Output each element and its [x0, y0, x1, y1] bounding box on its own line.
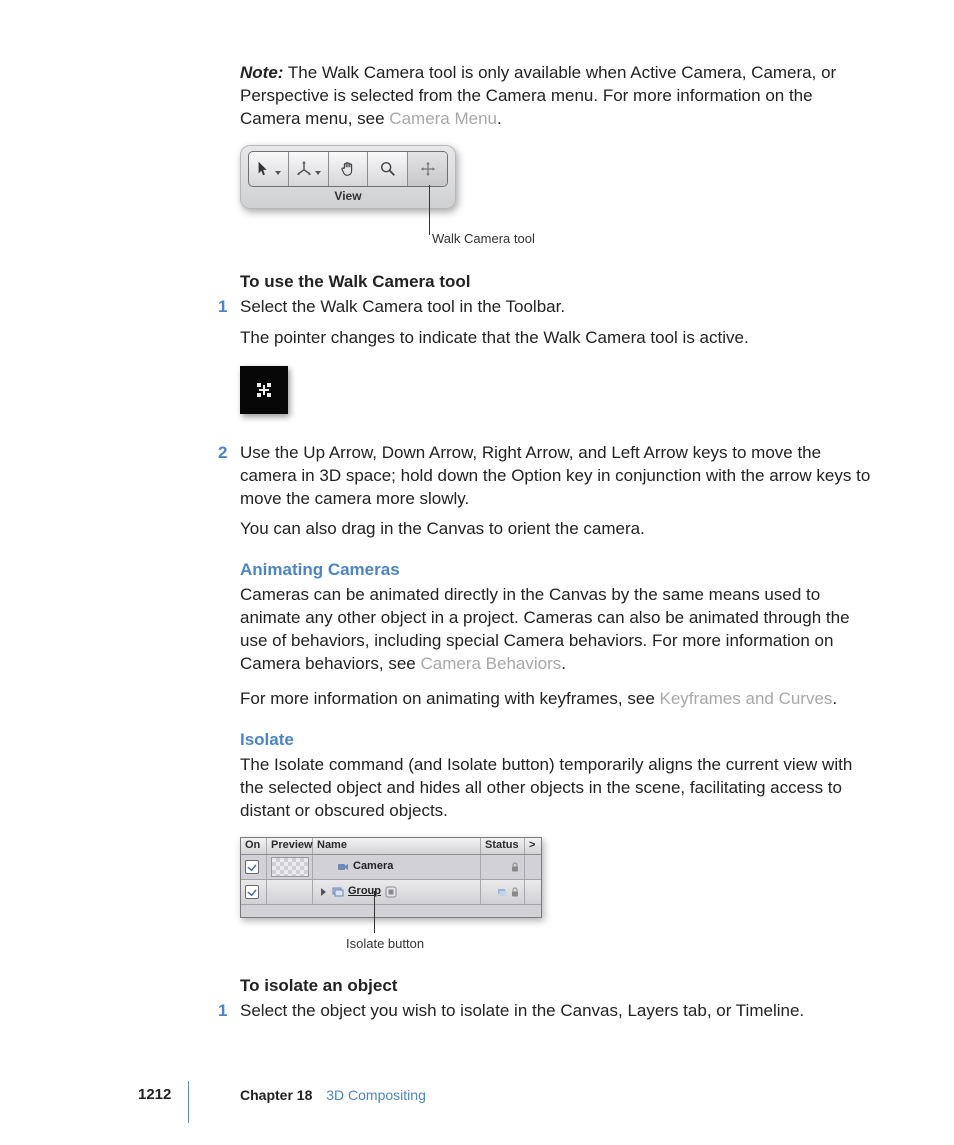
walk-camera-tool-button[interactable]: [408, 152, 447, 186]
col-on: On: [241, 838, 267, 854]
animating-p1: Cameras can be animated directly in the …: [240, 584, 876, 676]
row-group-name: Group: [348, 884, 381, 899]
layers-header: On Preview Name Status >: [241, 838, 541, 855]
checkbox-on[interactable]: [245, 885, 259, 899]
chevron-down-icon: [315, 171, 321, 175]
layers-figure: On Preview Name Status > Camera: [240, 837, 876, 957]
walk-camera-heading: To use the Walk Camera tool: [240, 271, 876, 294]
page: Note: The Walk Camera tool is only avail…: [0, 0, 954, 1145]
row-camera-name: Camera: [353, 859, 393, 874]
zoom-tool-button[interactable]: [368, 152, 408, 186]
axis-icon: [295, 160, 313, 178]
checkbox-on[interactable]: [245, 860, 259, 874]
camera-menu-link[interactable]: Camera Menu: [389, 109, 497, 128]
isolate-p1: The Isolate command (and Isolate button)…: [240, 754, 876, 823]
layers-panel: On Preview Name Status > Camera: [240, 837, 542, 918]
toolbar-view-label: View: [240, 188, 456, 204]
note-paragraph: Note: The Walk Camera tool is only avail…: [240, 62, 876, 131]
step-number: 1: [218, 1000, 227, 1023]
animating-cameras-heading: Animating Cameras: [240, 559, 876, 582]
select-tool-button[interactable]: [249, 152, 289, 186]
disclosure-triangle-icon[interactable]: [321, 888, 326, 896]
note-after: .: [497, 109, 502, 128]
walk-camera-callout: Walk Camera tool: [432, 230, 535, 248]
step-1-sub: The pointer changes to indicate that the…: [240, 327, 876, 350]
chevron-down-icon: [275, 171, 281, 175]
hand-icon: [339, 160, 357, 178]
animating-p2: For more information on animating with k…: [240, 688, 876, 711]
pan-tool-button[interactable]: [329, 152, 369, 186]
camera-icon: [337, 861, 349, 873]
chapter-title: 3D Compositing: [326, 1087, 426, 1103]
isolate-step-1-text: Select the object you wish to isolate in…: [240, 1001, 804, 1020]
table-row[interactable]: Group: [241, 880, 541, 905]
lock-icon[interactable]: [510, 887, 520, 897]
keyframes-curves-link[interactable]: Keyframes and Curves: [660, 689, 833, 708]
preview-thumb: [271, 857, 309, 877]
walk-camera-icon: [419, 160, 437, 178]
walk-camera-cursor-figure: [240, 366, 288, 414]
walk-cursor-icon: [253, 379, 275, 401]
col-preview: Preview: [267, 838, 313, 854]
toolbar-panel: View: [240, 145, 456, 209]
footer-rule: [188, 1081, 189, 1123]
step-number: 1: [218, 296, 227, 319]
step-1-text: Select the Walk Camera tool in the Toolb…: [240, 297, 565, 316]
table-row[interactable]: Camera: [241, 855, 541, 880]
axis-tool-button[interactable]: [289, 152, 329, 186]
isolate-object-heading: To isolate an object: [240, 975, 876, 998]
note-label: Note:: [240, 63, 283, 82]
stack-icon[interactable]: [497, 887, 507, 897]
layers-icon: [332, 886, 344, 898]
page-number: 1212: [138, 1085, 171, 1105]
step-2: 2 Use the Up Arrow, Down Arrow, Right Ar…: [240, 442, 876, 511]
camera-behaviors-link[interactable]: Camera Behaviors: [420, 654, 561, 673]
step-2-text: Use the Up Arrow, Down Arrow, Right Arro…: [240, 443, 870, 508]
lock-icon[interactable]: [510, 862, 520, 872]
toolbar-figure: View Walk Camera tool: [240, 145, 876, 255]
isolate-button[interactable]: [385, 886, 397, 898]
chapter-label: Chapter 18 3D Compositing: [240, 1086, 426, 1105]
step-number: 2: [218, 442, 227, 465]
col-status: Status: [481, 838, 525, 854]
callout-line: [374, 891, 375, 933]
isolate-step-1: 1 Select the object you wish to isolate …: [240, 1000, 876, 1023]
magnifier-icon: [379, 160, 397, 178]
col-name: Name: [313, 838, 481, 854]
step-2-sub: You can also drag in the Canvas to orien…: [240, 518, 876, 541]
note-text: The Walk Camera tool is only available w…: [240, 63, 836, 128]
step-1: 1 Select the Walk Camera tool in the Too…: [240, 296, 876, 319]
arrow-cursor-icon: [255, 160, 273, 178]
col-expand[interactable]: >: [525, 838, 541, 854]
isolate-button-callout: Isolate button: [346, 935, 424, 953]
callout-line: [429, 185, 430, 235]
isolate-heading: Isolate: [240, 729, 876, 752]
